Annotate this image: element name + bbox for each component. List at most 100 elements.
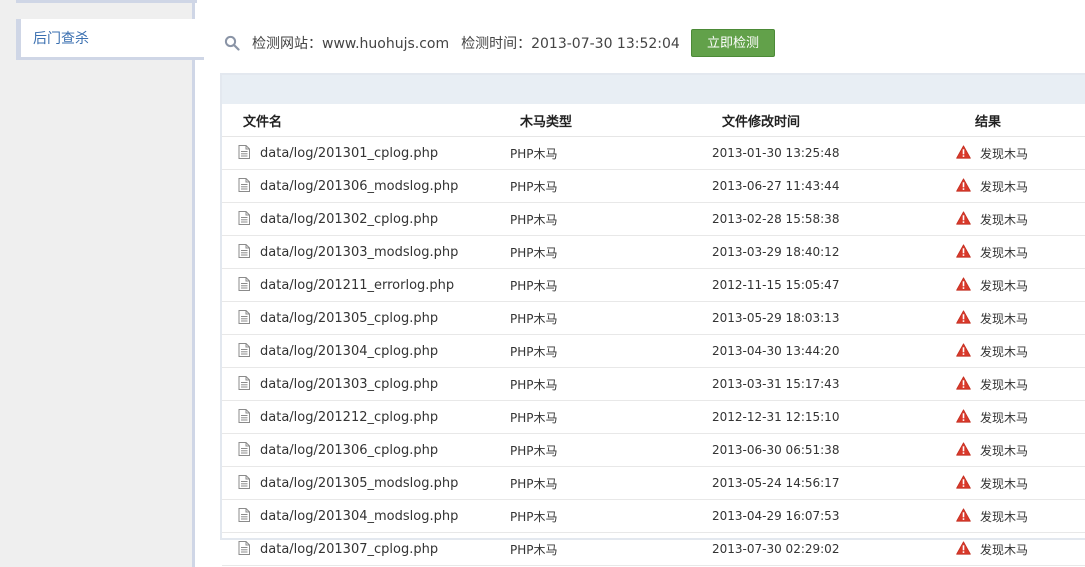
warning-icon [956,540,971,558]
result-text: 发现木马 [980,146,1029,161]
cell-file: data/log/201306_modslog.php [222,169,500,203]
sidebar-item-previous[interactable] [16,0,197,3]
cell-result: 发现木马 [940,499,1085,533]
table-row[interactable]: data/log/201211_errorlog.php PHP木马 2012-11… [222,268,1085,302]
file-icon [238,210,250,228]
result-text: 发现木马 [980,476,1029,491]
results-body: data/log/201301_cplog.php PHP木马 2013-01-30… [222,136,1085,566]
result-text: 发现木马 [980,410,1029,425]
result-text: 发现木马 [980,179,1029,194]
cell-modified-time: 2012-12-31 12:15:10 [700,400,940,434]
file-icon [238,243,250,261]
file-icon [238,507,250,525]
file-name: data/log/201304_modslog.php [260,508,459,524]
cell-file: data/log/201302_cplog.php [222,202,500,236]
warning-icon [956,375,971,393]
file-name: data/log/201303_cplog.php [260,376,439,392]
file-name: data/log/201302_cplog.php [260,211,439,227]
cell-file: data/log/201301_cplog.php [222,136,500,170]
table-row[interactable]: data/log/201305_cplog.php PHP木马 2013-05-29… [222,301,1085,335]
warning-icon [956,474,971,492]
cell-result: 发现木马 [940,202,1085,236]
file-name: data/log/201307_cplog.php [260,541,439,557]
table-row[interactable]: data/log/201305_modslog.php PHP木马 2013-05-… [222,466,1085,500]
warning-icon [956,342,971,360]
result-text: 发现木马 [980,212,1029,227]
sidebar: 后门查杀 [0,0,204,567]
file-name: data/log/201211_errorlog.php [260,277,455,293]
cell-trojan-type: PHP木马 [500,367,700,401]
cell-modified-time: 2012-11-15 15:05:47 [700,268,940,302]
file-icon [238,309,250,327]
table-row[interactable]: data/log/201306_cplog.php PHP木马 2013-06-30… [222,433,1085,467]
table-row[interactable]: data/log/201304_modslog.php PHP木马 2013-04-… [222,499,1085,533]
cell-file: data/log/201303_modslog.php [222,235,500,269]
cell-result: 发现木马 [940,235,1085,269]
search-icon [224,35,240,51]
file-name: data/log/201301_cplog.php [260,145,439,161]
cell-trojan-type: PHP木马 [500,433,700,467]
table-row[interactable]: data/log/201301_cplog.php PHP木马 2013-01-30… [222,136,1085,170]
result-text: 发现木马 [980,311,1029,326]
cell-result: 发现木马 [940,136,1085,170]
warning-icon [956,144,971,162]
results-panel: 文件名 木马类型 文件修改时间 结果 data/log/201301_cplog… [220,73,1085,566]
sidebar-item-label: 后门查杀 [33,31,89,47]
cell-file: data/log/201303_cplog.php [222,367,500,401]
warning-icon [956,243,971,261]
result-text: 发现木马 [980,509,1029,524]
warning-icon [956,309,971,327]
scan-header: 检测网站：www.huohujs.com 检测时间：2013-07-30 13:… [224,28,692,58]
cell-result: 发现木马 [940,466,1085,500]
cell-file: data/log/201304_cplog.php [222,334,500,368]
cell-result: 发现木马 [940,532,1085,566]
result-text: 发现木马 [980,245,1029,260]
file-icon [238,540,250,558]
cell-modified-time: 2013-01-30 13:25:48 [700,136,940,170]
result-text: 发现木马 [980,278,1029,293]
cell-result: 发现木马 [940,169,1085,203]
file-icon [238,441,250,459]
table-row[interactable]: data/log/201304_cplog.php PHP木马 2013-04-30… [222,334,1085,368]
cell-result: 发现木马 [940,268,1085,302]
file-name: data/log/201305_modslog.php [260,475,459,491]
table-row[interactable]: data/log/201212_cplog.php PHP木马 2012-12-31… [222,400,1085,434]
results-topbar [222,75,1085,104]
table-row[interactable]: data/log/201307_cplog.php PHP木马 2013-07-30… [222,532,1085,566]
cell-trojan-type: PHP木马 [500,499,700,533]
cell-file: data/log/201305_modslog.php [222,466,500,500]
cell-trojan-type: PHP木马 [500,400,700,434]
cell-trojan-type: PHP木马 [500,301,700,335]
file-name: data/log/201306_modslog.php [260,178,459,194]
cell-modified-time: 2013-03-31 15:17:43 [700,367,940,401]
sidebar-item-backdoor-scan[interactable]: 后门查杀 [16,19,204,60]
header-modified-time: 文件修改时间 [700,104,940,137]
cell-file: data/log/201305_cplog.php [222,301,500,335]
cell-modified-time: 2013-06-30 06:51:38 [700,433,940,467]
cell-trojan-type: PHP木马 [500,235,700,269]
cell-trojan-type: PHP木马 [500,202,700,236]
table-row[interactable]: data/log/201302_cplog.php PHP木马 2013-02-28… [222,202,1085,236]
file-name: data/log/201304_cplog.php [260,343,439,359]
cell-trojan-type: PHP木马 [500,268,700,302]
table-row[interactable]: data/log/201303_cplog.php PHP木马 2013-03-31… [222,367,1085,401]
file-icon [238,375,250,393]
file-name: data/log/201303_modslog.php [260,244,459,260]
file-icon [238,342,250,360]
cell-result: 发现木马 [940,334,1085,368]
cell-modified-time: 2013-06-27 11:43:44 [700,169,940,203]
cell-modified-time: 2013-04-30 13:44:20 [700,334,940,368]
header-file-name: 文件名 [222,104,500,137]
file-icon [238,474,250,492]
table-row[interactable]: data/log/201303_modslog.php PHP木马 2013-03-… [222,235,1085,269]
result-text: 发现木马 [980,443,1029,458]
scan-now-button[interactable]: 立即检测 [691,29,775,57]
warning-icon [956,210,971,228]
cell-file: data/log/201212_cplog.php [222,400,500,434]
warning-icon [956,177,971,195]
table-row[interactable]: data/log/201306_modslog.php PHP木马 2013-06-… [222,169,1085,203]
cell-file: data/log/201306_cplog.php [222,433,500,467]
cell-trojan-type: PHP木马 [500,136,700,170]
cell-result: 发现木马 [940,301,1085,335]
results-table: 文件名 木马类型 文件修改时间 结果 data/log/201301_cplog… [222,104,1085,566]
